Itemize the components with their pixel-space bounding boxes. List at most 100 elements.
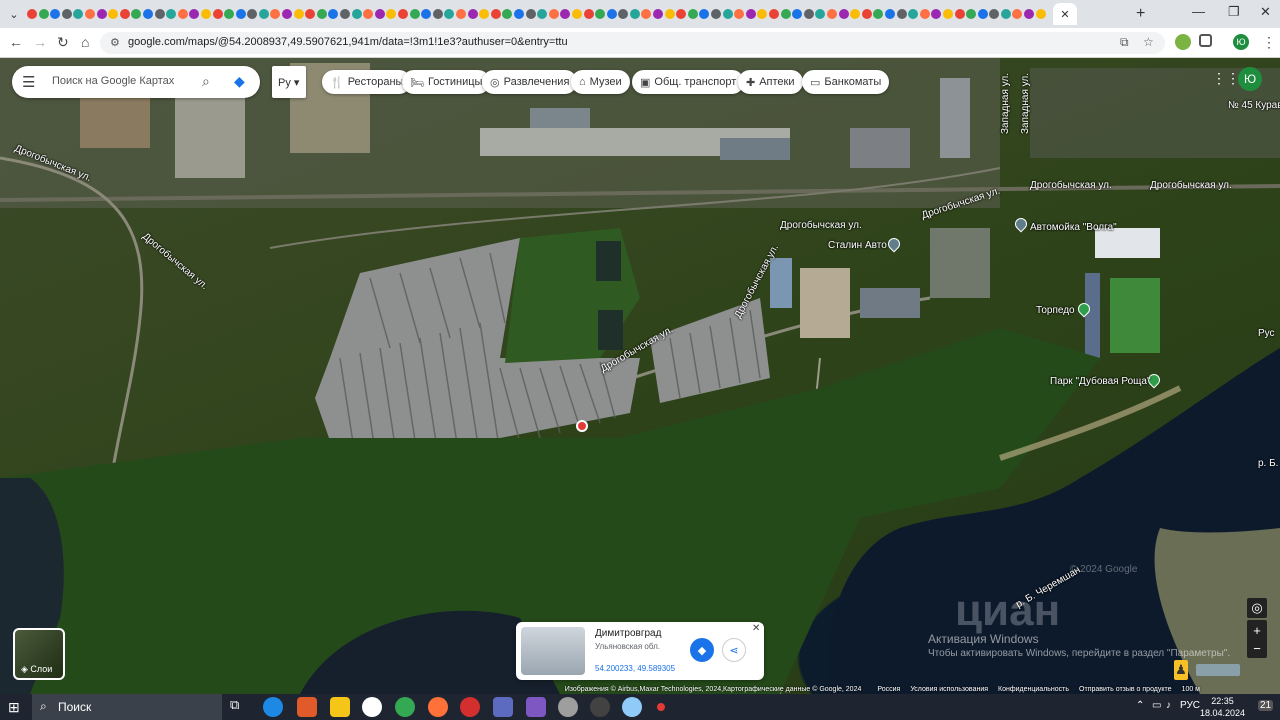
pegman-icon[interactable]: ♟ [1174, 660, 1188, 680]
close-window-button[interactable]: ✕ [1260, 4, 1271, 20]
pinned-tab-icon[interactable] [328, 9, 339, 19]
pinned-tab-icon[interactable] [316, 9, 327, 19]
pinned-tab-icon[interactable] [293, 9, 304, 19]
app-icon[interactable] [526, 697, 546, 717]
pinned-tab-icon[interactable] [954, 9, 965, 19]
scale-label[interactable]: 100 м [1182, 686, 1200, 693]
pinned-tab-icon[interactable] [479, 9, 490, 19]
pinned-tab-icon[interactable] [374, 9, 385, 19]
app-icon[interactable] [657, 703, 665, 711]
pinned-tab-icon[interactable] [942, 9, 953, 19]
pinned-tab-icon[interactable] [618, 9, 629, 19]
pinned-tab-icon[interactable] [513, 9, 524, 19]
location-marker[interactable] [576, 420, 588, 432]
bookmark-star-icon[interactable]: ☆ [1143, 35, 1154, 49]
pinned-tab-icon[interactable] [212, 9, 223, 19]
account-avatar[interactable]: Ю [1238, 67, 1262, 91]
pinned-tab-icon[interactable] [803, 9, 814, 19]
country-link[interactable]: Россия [877, 686, 900, 693]
pinned-tab-icon[interactable] [826, 9, 837, 19]
pinned-tab-icon[interactable] [351, 9, 362, 19]
pinned-tab-icon[interactable] [131, 9, 142, 19]
chip-atms[interactable]: ▭ Банкоматы [802, 70, 890, 94]
volume-icon[interactable]: ♪ [1166, 700, 1171, 711]
pinned-tab-icon[interactable] [502, 9, 513, 19]
pinned-tab-icon[interactable] [467, 9, 478, 19]
extension-icon[interactable] [1175, 34, 1191, 50]
place-coordinates[interactable]: 54.200233, 49.589305 [595, 664, 675, 673]
profile-avatar[interactable]: Ю [1233, 34, 1249, 50]
chip-pharmacies[interactable]: ✚ Аптеки [738, 70, 803, 94]
active-tab-close-button[interactable]: ✕ [1053, 3, 1077, 25]
my-location-button[interactable]: ◎ [1247, 598, 1267, 618]
back-button[interactable]: ← [9, 34, 23, 50]
pinned-tab-icon[interactable] [61, 9, 72, 19]
privacy-link[interactable]: Конфиденциальность [998, 686, 1069, 693]
pinned-tab-icon[interactable] [490, 9, 501, 19]
tab-search-button[interactable]: ⌄ [3, 3, 25, 25]
clock[interactable]: 22:35 18.04.2024 [1200, 695, 1245, 719]
file-explorer-icon[interactable] [330, 697, 350, 717]
app-icon[interactable] [493, 697, 513, 717]
pinned-tab-icon[interactable] [270, 9, 281, 19]
pinned-tab-icon[interactable] [50, 9, 61, 19]
pinned-tab-icon[interactable] [1000, 9, 1011, 19]
pinned-tab-icon[interactable] [664, 9, 675, 19]
chip-restaurants[interactable]: 🍴 Рестораны [322, 70, 412, 94]
pinned-tab-icon[interactable] [780, 9, 791, 19]
yandex-icon[interactable] [362, 697, 382, 717]
tray-chevron-icon[interactable]: ⌃ [1136, 700, 1144, 711]
pinned-tab-icon[interactable] [258, 9, 269, 19]
input-language[interactable]: РУС [1180, 700, 1200, 711]
pinned-tab-icon[interactable] [444, 9, 455, 19]
pinned-tab-icon[interactable] [1012, 9, 1023, 19]
pinned-tab-icon[interactable] [908, 9, 919, 19]
pinned-tab-icon[interactable] [421, 9, 432, 19]
close-icon[interactable]: ✕ [752, 623, 760, 634]
network-icon[interactable]: ▭ [1152, 700, 1161, 711]
search-input[interactable]: Поиск на Google Картах [52, 75, 174, 87]
pinned-tab-icon[interactable] [641, 9, 652, 19]
pinned-tab-icon[interactable] [409, 9, 420, 19]
new-tab-button[interactable]: + [1136, 5, 1145, 23]
reload-button[interactable]: ↻ [57, 34, 69, 51]
imagery-thumbnails[interactable] [1196, 664, 1240, 676]
place-card[interactable]: Димитровград Ульяновская обл. 54.200233,… [516, 622, 764, 680]
taskbar-search[interactable]: ⌕ Поиск [32, 694, 222, 720]
pinned-tab-icon[interactable] [386, 9, 397, 19]
opera-icon[interactable] [460, 697, 480, 717]
extensions-puzzle-icon[interactable] [1199, 34, 1212, 47]
google-apps-icon[interactable]: ⋮⋮ [1212, 70, 1240, 87]
pinned-tab-icon[interactable] [247, 9, 258, 19]
pinned-tab-icon[interactable] [38, 9, 49, 19]
pinned-tab-icon[interactable] [398, 9, 408, 19]
share-icon[interactable]: ⋖ [722, 638, 746, 662]
url-text[interactable]: google.com/maps/@54.2008937,49.5907621,9… [128, 36, 568, 48]
pinned-tab-icon[interactable] [571, 9, 582, 19]
omnibox[interactable]: ⚙ google.com/maps/@54.2008937,49.5907621… [100, 32, 1165, 54]
pinned-tab-icon[interactable] [177, 9, 188, 19]
app-icon[interactable] [558, 697, 578, 717]
pinned-tab-icon[interactable] [282, 9, 293, 19]
pinned-tab-icon[interactable] [850, 9, 861, 19]
poi-label[interactable]: Торпедо [1036, 305, 1075, 316]
place-photo[interactable] [521, 627, 585, 675]
chrome-icon[interactable] [395, 697, 415, 717]
chip-hotels[interactable]: 🛏 Гостиницы [402, 70, 491, 94]
zoom-in-button[interactable]: + [1247, 620, 1267, 640]
satellite-map[interactable]: ☰ Поиск на Google Картах ⌕ ◆ Ру ▾ 🍴 Ресто… [0, 58, 1280, 694]
app-icon[interactable] [590, 697, 610, 717]
pinned-tab-icon[interactable] [84, 9, 95, 19]
pinned-tab-icon[interactable] [745, 9, 756, 19]
chip-transit[interactable]: ▣ Общ. транспорт [632, 70, 745, 94]
pinned-tab-icon[interactable] [200, 9, 211, 19]
pinned-tab-icon[interactable] [189, 9, 200, 19]
pinned-tab-icon[interactable] [108, 9, 119, 19]
feedback-link[interactable]: Отправить отзыв о продукте [1079, 686, 1172, 693]
pinned-tab-icon[interactable] [235, 9, 246, 19]
pinned-tab-icon[interactable] [687, 9, 698, 19]
pinned-tab-icon[interactable] [595, 9, 606, 19]
layers-button[interactable]: ◈ Слои [13, 628, 65, 680]
pinned-tab-icon[interactable] [96, 9, 107, 19]
firefox-icon[interactable] [428, 697, 448, 717]
